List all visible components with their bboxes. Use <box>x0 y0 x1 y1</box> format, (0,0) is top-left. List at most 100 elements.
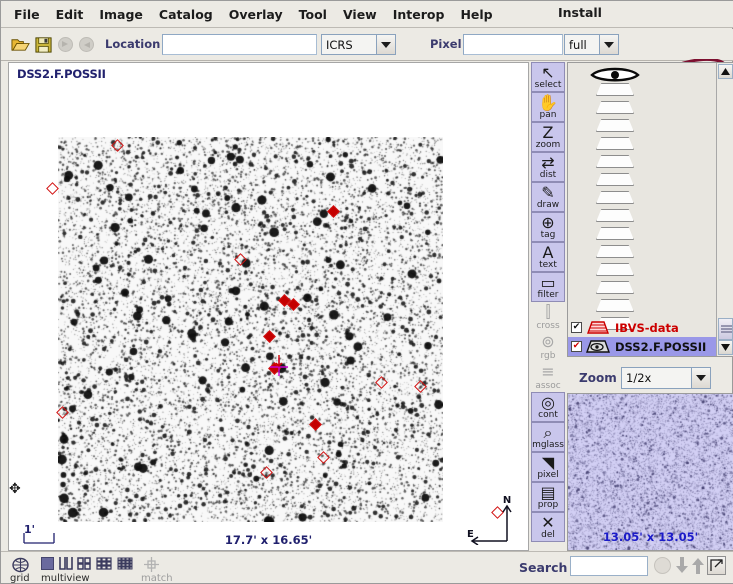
zoom-combo[interactable]: 1/2x <box>621 367 711 389</box>
tool-button-pan[interactable]: ✋ pan <box>531 92 565 122</box>
tool-label: zoom <box>535 140 561 150</box>
empty-layer-slot[interactable] <box>596 101 634 114</box>
menu-catalog[interactable]: Catalog <box>152 4 220 25</box>
tool-button-draw[interactable]: ✎ draw <box>531 182 565 212</box>
multiview-label: multiview <box>41 573 90 584</box>
filmstrip-icon: ≡ <box>541 362 555 381</box>
frame-combo-value: ICRS <box>321 34 377 55</box>
scroll-up-arrow-icon[interactable] <box>718 64 733 79</box>
empty-layer-slot[interactable] <box>596 227 634 240</box>
tool-label: tag <box>540 230 556 240</box>
pixel-mode-combo[interactable]: full <box>564 34 619 55</box>
empty-layer-slot[interactable] <box>596 299 634 312</box>
view-1x2-icon[interactable] <box>59 557 73 570</box>
menu-view[interactable]: View <box>336 4 384 25</box>
empty-layer-slot[interactable] <box>596 191 634 204</box>
empty-layer-slot[interactable] <box>596 245 634 258</box>
match-label: match <box>141 573 173 584</box>
tool-label: del <box>541 530 555 540</box>
tool-label: cont <box>538 410 558 420</box>
view-2x2-icon[interactable] <box>77 557 91 570</box>
thumbnail-preview[interactable]: 13.05' x 13.05' <box>567 393 733 551</box>
move-resize-icon[interactable]: ✥ <box>9 481 21 497</box>
tool-palette: ↖ select ✋ pan Zzoom ⇄ dist ✎ draw ⊕ tag Atext ▭ filt… <box>531 62 566 551</box>
tool-button-prop[interactable]: ▤ prop <box>531 482 565 512</box>
pixel-input[interactable] <box>463 34 563 55</box>
empty-layer-slot[interactable] <box>596 155 634 168</box>
scrollbar-thumb[interactable] <box>718 318 733 340</box>
empty-layer-slot[interactable] <box>596 173 634 186</box>
layer-visibility-checkbox[interactable]: ✔ <box>571 341 582 352</box>
eye-icon[interactable] <box>590 66 640 83</box>
crosshair-match-icon <box>144 557 159 572</box>
up-arrow-icon[interactable] <box>691 557 705 574</box>
letter-a-icon: A <box>542 243 554 262</box>
empty-layer-slot[interactable] <box>596 137 634 150</box>
menu-edit[interactable]: Edit <box>49 4 91 25</box>
view-3x3-icon[interactable] <box>96 557 112 570</box>
menu-tool[interactable]: Tool <box>292 4 334 25</box>
layer-row[interactable]: ✔ DSS2.F.POSSII <box>568 337 716 356</box>
tool-button-cont[interactable]: ◎ cont <box>531 392 565 422</box>
save-disk-icon[interactable] <box>34 35 53 54</box>
tool-button-tag[interactable]: ⊕ tag <box>531 212 565 242</box>
view-4x4-icon[interactable] <box>117 557 133 570</box>
tool-button-filter[interactable]: ▭ filter <box>531 272 565 302</box>
chevron-down-icon[interactable] <box>377 34 396 55</box>
frame-combo[interactable]: ICRS <box>321 34 396 55</box>
pixel-mode-value: full <box>564 34 600 55</box>
sky-image[interactable] <box>58 137 443 522</box>
stack-scrollbar[interactable] <box>716 63 733 356</box>
go-button-icon[interactable] <box>654 557 671 574</box>
tool-button-zoom[interactable]: Zzoom <box>531 122 565 152</box>
view-1x1-icon[interactable] <box>41 557 54 570</box>
empty-layer-slot[interactable] <box>596 209 634 222</box>
zoom-combo-value: 1/2x <box>621 367 692 389</box>
search-input[interactable] <box>570 556 648 576</box>
status-bar: grid multiview match Search <box>1 551 733 584</box>
tool-button-text[interactable]: Atext <box>531 242 565 272</box>
tool-button-select[interactable]: ↖ select <box>531 62 565 92</box>
tool-label: dist <box>539 170 557 180</box>
chevron-down-icon[interactable] <box>600 34 619 55</box>
tool-label: mglass <box>532 440 564 450</box>
tool-button-pixel[interactable]: ◥ pixel <box>531 452 565 482</box>
forward-arrow-button[interactable] <box>79 37 94 52</box>
empty-layer-slot[interactable] <box>596 119 634 132</box>
menu-help[interactable]: Help <box>453 4 499 25</box>
cross-match-icon: ⫿ <box>545 302 551 321</box>
field-size-label: 17.7' x 16.65' <box>224 533 313 547</box>
north-label: N <box>503 495 511 506</box>
empty-layer-slot[interactable] <box>596 263 634 276</box>
tool-label: draw <box>536 200 560 210</box>
chevron-down-icon[interactable] <box>692 367 711 389</box>
open-folder-icon[interactable] <box>11 35 30 54</box>
back-arrow-button[interactable] <box>58 37 73 52</box>
layer-visibility-checkbox[interactable]: ✔ <box>571 322 582 333</box>
tool-button-dist[interactable]: ⇄ dist <box>531 152 565 182</box>
menu-interop[interactable]: Interop <box>386 4 452 25</box>
scroll-down-arrow-icon[interactable] <box>718 340 733 355</box>
pencil-icon: ✎ <box>541 183 555 202</box>
tool-button-mglass[interactable]: ⌕ mglass <box>531 422 565 452</box>
layer-name-label: IBVS-data <box>615 320 679 335</box>
empty-layer-slot[interactable] <box>596 83 634 96</box>
top-toolbar: Location ICRS Pixel full Aladin <box>1 29 733 87</box>
menu-overlay[interactable]: Overlay <box>222 4 290 25</box>
down-arrow-icon[interactable] <box>675 557 689 574</box>
tool-button-del[interactable]: ✕ del <box>531 512 565 542</box>
expand-window-icon[interactable] <box>707 556 726 575</box>
empty-layer-slot[interactable] <box>596 281 634 294</box>
location-input[interactable] <box>162 34 317 55</box>
menu-file[interactable]: File <box>7 4 47 25</box>
menu-install[interactable]: Install <box>558 5 602 20</box>
pixel-label: Pixel <box>430 37 462 51</box>
double-arrow-icon: ⇄ <box>541 153 555 172</box>
source-marker[interactable] <box>46 182 59 195</box>
layer-row[interactable]: ✔ IBVS-data <box>568 318 716 337</box>
tool-label: assoc <box>535 381 561 391</box>
image-view-panel[interactable]: DSS2.F.POSSII 1' 17.7' x 16.65' N E <box>8 62 529 551</box>
globe-grid-icon[interactable] <box>12 557 29 573</box>
catalog-table-icon <box>585 320 611 335</box>
menu-image[interactable]: Image <box>92 4 150 25</box>
